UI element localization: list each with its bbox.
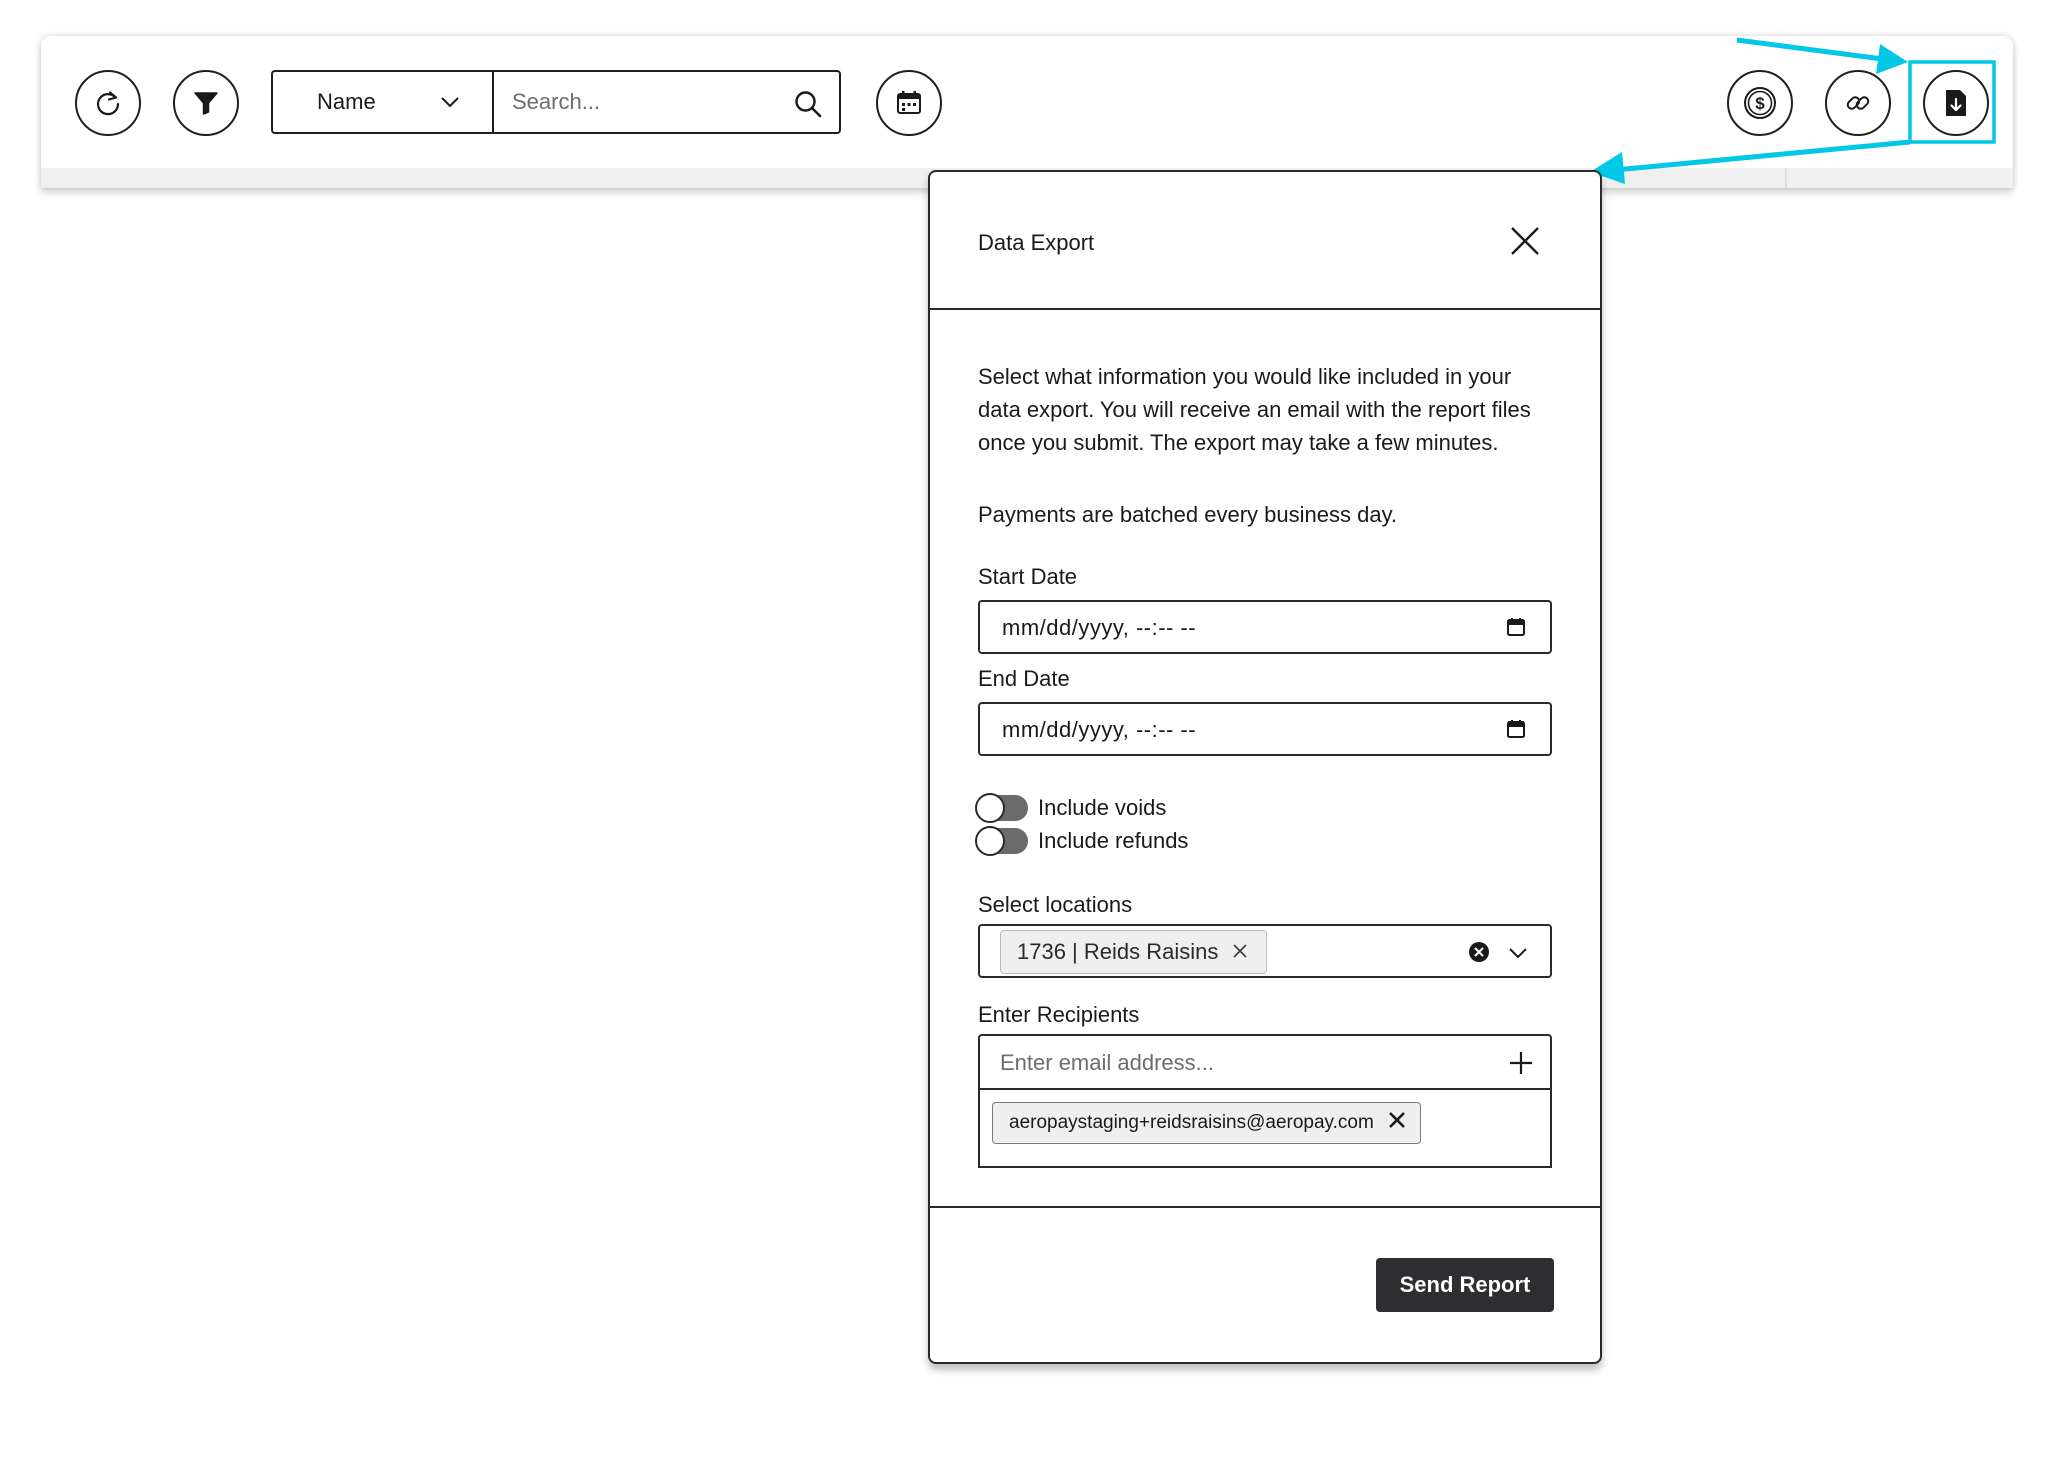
start-date-placeholder: mm/dd/yyyy, --:-- -- — [1002, 615, 1197, 640]
modal-footer: Send Report — [930, 1206, 1600, 1364]
recipient-chip: aeropaystaging+reidsraisins@aeropay.com — [992, 1102, 1421, 1144]
search-icon[interactable] — [793, 89, 823, 124]
select-locations-label: Select locations — [978, 892, 1133, 917]
search-box — [492, 70, 841, 134]
link-icon — [1843, 88, 1873, 118]
remove-recipient-icon[interactable] — [1388, 1111, 1406, 1135]
data-export-modal: Data Export Select what information you … — [928, 170, 1602, 1364]
close-icon — [1508, 227, 1542, 262]
calendar-icon — [895, 89, 923, 117]
location-chip-label: 1736 | Reids Raisins — [1017, 939, 1219, 964]
refresh-icon — [93, 88, 123, 118]
svg-text:$: $ — [1755, 94, 1765, 113]
close-button[interactable] — [1508, 224, 1542, 258]
search-field-select[interactable]: Name — [271, 70, 494, 134]
column-divider — [1785, 168, 1787, 188]
toolbar: Name Search... $ — [41, 36, 2013, 188]
include-refunds-label: Include refunds — [1038, 828, 1189, 853]
modal-title: Data Export — [978, 230, 1095, 255]
payment-link-button[interactable] — [1825, 70, 1891, 136]
remove-chip-icon[interactable] — [1232, 939, 1248, 965]
chevron-down-icon — [440, 95, 460, 114]
toggle-switch[interactable] — [975, 793, 1028, 823]
refresh-button[interactable] — [75, 70, 141, 136]
recipient-list: aeropaystaging+reidsraisins@aeropay.com — [978, 1088, 1552, 1168]
toggle-switch[interactable] — [975, 826, 1028, 856]
start-date-label: Start Date — [978, 564, 1078, 589]
date-range-button[interactable] — [876, 70, 942, 136]
email-input[interactable] — [1000, 1044, 1480, 1082]
calendar-icon[interactable] — [1506, 617, 1526, 642]
modal-header: Data Export — [930, 172, 1600, 310]
recipients-label: Enter Recipients — [978, 1002, 1140, 1027]
end-date-placeholder: mm/dd/yyyy, --:-- -- — [1002, 717, 1197, 742]
filter-button[interactable] — [173, 70, 239, 136]
send-report-button[interactable]: Send Report — [1376, 1258, 1554, 1312]
export-description: Select what information you would like i… — [978, 364, 1531, 455]
file-download-icon — [1943, 88, 1969, 118]
location-chip: 1736 | Reids Raisins — [1000, 930, 1268, 974]
include-voids-label: Include voids — [1038, 795, 1167, 820]
email-input-box — [978, 1034, 1552, 1090]
export-button[interactable] — [1923, 70, 1989, 136]
locations-multiselect[interactable]: 1736 | Reids Raisins — [978, 924, 1552, 978]
clear-selection-icon[interactable] — [1468, 941, 1490, 968]
payments-button[interactable]: $ — [1727, 70, 1793, 136]
search-field-label: Name — [317, 89, 376, 114]
include-voids-toggle[interactable]: Include voids — [975, 793, 1167, 823]
calendar-icon[interactable] — [1506, 719, 1526, 744]
include-refunds-toggle[interactable]: Include refunds — [975, 826, 1189, 856]
end-date-label: End Date — [978, 666, 1070, 691]
chevron-down-icon[interactable] — [1508, 946, 1528, 965]
add-recipient-icon[interactable] — [1508, 1050, 1534, 1081]
batch-note: Payments are batched every business day. — [978, 502, 1398, 527]
dollar-icon: $ — [1743, 86, 1777, 120]
start-date-input[interactable]: mm/dd/yyyy, --:-- -- — [978, 600, 1552, 654]
filter-icon — [192, 89, 220, 117]
search-input[interactable] — [512, 80, 782, 124]
end-date-input[interactable]: mm/dd/yyyy, --:-- -- — [978, 702, 1552, 756]
recipient-email: aeropaystaging+reidsraisins@aeropay.com — [1009, 1112, 1374, 1133]
